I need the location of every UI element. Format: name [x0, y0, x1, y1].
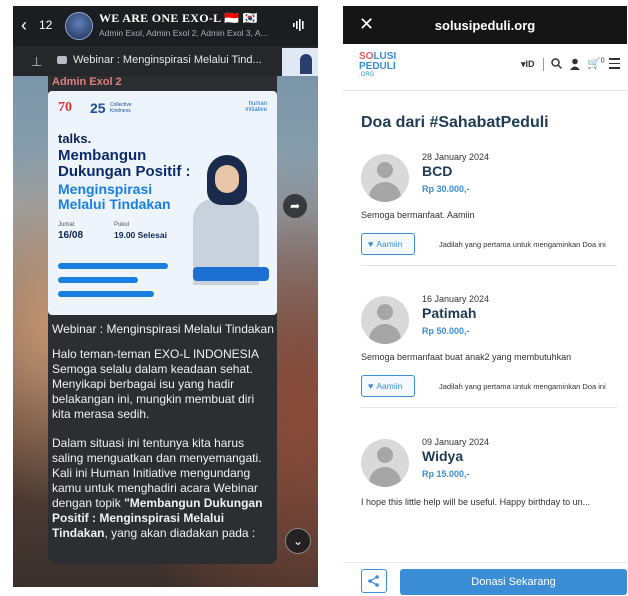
share-button[interactable] — [361, 569, 387, 593]
aamiin-button[interactable]: ♥ Aamiin — [361, 375, 415, 397]
doa-message: Semoga bermanfaat buat anak2 yang membut… — [361, 352, 572, 362]
pin-icon[interactable]: ⊥ — [31, 54, 42, 70]
logo-text: PEDULI — [359, 61, 396, 72]
browser-panel: ✕ solusipeduli.org SOLUSI PEDULI .ORG ▾I… — [343, 6, 627, 596]
message-text: Webinar : Menginspirasi Melalui Tindakan… — [52, 322, 274, 555]
group-avatar[interactable] — [65, 12, 93, 40]
talks-label: talks. — [58, 131, 92, 146]
message-sender[interactable]: Admin Exol 2 — [52, 76, 122, 88]
pinned-message-title[interactable]: Webinar : Menginspirasi Melalui Tind... — [73, 54, 262, 66]
poster-time-label: Pukul — [114, 222, 130, 228]
donate-now-button[interactable]: Donasi Sekarang — [400, 569, 627, 595]
doa-message: Semoga bermanfaat. Aamiin — [361, 210, 475, 220]
search-icon[interactable] — [551, 58, 562, 69]
site-navbar: SOLUSI PEDULI .ORG ▾ID 🛒0 — [343, 44, 627, 91]
doa-date: 28 January 2024 — [422, 152, 490, 162]
photo-icon — [57, 56, 67, 64]
webinar-poster-image[interactable]: 70 25 Collective Kindness human initiati… — [48, 91, 277, 315]
collective-kindness-caption: Collective Kindness — [110, 102, 132, 114]
pinned-message-bar[interactable]: ⊥ Webinar : Menginspirasi Melalui Tind..… — [13, 46, 318, 76]
unread-count[interactable]: 12 — [39, 18, 52, 32]
logo-text: .ORG — [359, 72, 375, 78]
nav-divider — [543, 58, 544, 71]
heart-icon: ♥ — [368, 239, 374, 249]
forward-icon[interactable]: ➦ — [283, 194, 307, 218]
doa-donor-name: Patimah — [422, 305, 477, 321]
voice-chat-icon[interactable] — [292, 18, 306, 32]
browser-url-bar: ✕ solusipeduli.org — [343, 6, 627, 44]
pinned-thumbnail[interactable] — [282, 48, 318, 76]
divider — [361, 407, 617, 408]
user-icon[interactable] — [570, 58, 580, 70]
message-bubble: Admin Exol 2 70 25 Collective Kindness h… — [48, 76, 277, 564]
anniversary-logo: 70 — [58, 100, 72, 115]
doa-amount: Rp 50.000,- — [422, 326, 470, 336]
avatar — [361, 439, 409, 487]
aamiin-label: Aamiin — [376, 381, 403, 391]
chat-header: ‹ 12 WE ARE ONE EXO-L 🇮🇩 🇰🇷 Admin Exol, … — [13, 6, 318, 46]
doa-date: 09 January 2024 — [422, 437, 490, 447]
poster-day-label: Jumat — [58, 222, 75, 228]
poster-link-bar — [58, 291, 154, 297]
bottom-action-bar: Donasi Sekarang — [343, 562, 627, 596]
poster-link-bar — [58, 277, 138, 283]
hamburger-menu-icon[interactable] — [609, 58, 620, 72]
poster-subheadline: Menginspirasi Melalui Tindakan — [58, 181, 171, 212]
cart-icon[interactable]: 🛒0 — [587, 57, 605, 70]
doa-message: I hope this little help will be useful. … — [361, 497, 591, 507]
doa-donor-name: Widya — [422, 448, 464, 464]
back-arrow-icon[interactable]: ‹ — [21, 16, 27, 34]
poster-date: 16/08 — [58, 230, 84, 241]
message-paragraph-text: , yang akan diadakan pada : — [104, 526, 256, 540]
poster-headline: Membangun Dukungan Positif : — [58, 147, 191, 180]
first-aamiin-text: Jadilah yang pertama untuk mengaminkan D… — [439, 240, 606, 249]
page-url[interactable]: solusipeduli.org — [343, 18, 627, 33]
speaker-photo — [193, 155, 259, 285]
message-paragraph: Halo teman-teman EXO-L INDONESIA Semoga … — [52, 347, 259, 421]
language-selector[interactable]: ▾ID — [521, 59, 535, 70]
cart-count: 0 — [600, 57, 605, 65]
human-initiative-logo: human initiative — [245, 101, 267, 113]
group-title[interactable]: WE ARE ONE EXO-L 🇮🇩 🇰🇷 — [99, 11, 258, 26]
doa-amount: Rp 15.000,- — [422, 469, 470, 479]
avatar — [361, 154, 409, 202]
telegram-panel: ‹ 12 WE ARE ONE EXO-L 🇮🇩 🇰🇷 Admin Exol, … — [13, 6, 318, 587]
message-title: Webinar : Menginspirasi Melalui Tindakan — [52, 322, 274, 336]
solusipeduli-logo[interactable]: SOLUSI PEDULI .ORG — [359, 52, 405, 79]
share-icon — [368, 575, 379, 587]
poster-link-bar — [58, 263, 168, 269]
scroll-down-icon[interactable]: ⌄ — [285, 528, 311, 554]
group-members-preview: Admin Exol, Admin Exol 2, Admin Exol 3, … — [99, 28, 268, 38]
first-aamiin-text: Jadilah yang pertama untuk mengaminkan D… — [439, 382, 606, 391]
aamiin-button[interactable]: ♥ Aamiin — [361, 233, 415, 255]
avatar — [361, 296, 409, 344]
aamiin-label: Aamiin — [376, 239, 403, 249]
heart-icon: ♥ — [368, 381, 374, 391]
doa-amount: Rp 30.000,- — [422, 184, 470, 194]
doa-section-heading: Doa dari #SahabatPeduli — [361, 114, 549, 131]
speaker-name-tag — [193, 267, 269, 281]
collective-kindness-logo: 25 — [90, 100, 106, 116]
poster-time: 19.00 Selesai — [114, 230, 167, 240]
message-paragraph: Dalam situasi ini tentunya kita harus sa… — [52, 436, 274, 541]
divider — [361, 265, 617, 266]
doa-date: 16 January 2024 — [422, 294, 490, 304]
doa-donor-name: BCD — [422, 163, 453, 179]
